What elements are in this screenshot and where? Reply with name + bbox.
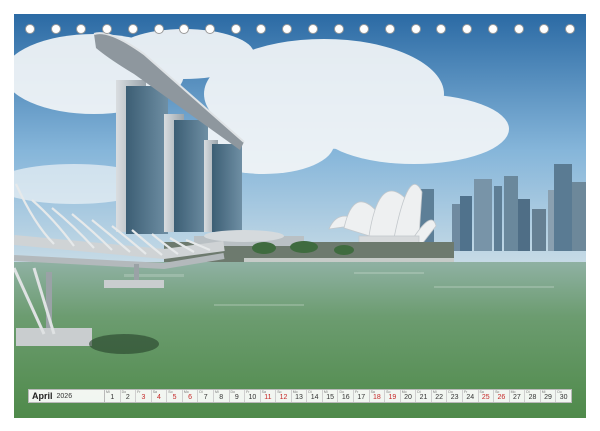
- binding-hole: [127, 24, 138, 34]
- day-number: 4: [157, 394, 161, 401]
- day-cell: Sa 25: [479, 390, 495, 402]
- day-cell: Do 23: [447, 390, 463, 402]
- binding-hole: [513, 24, 524, 34]
- day-cell: So 5: [167, 390, 183, 402]
- day-number: 12: [279, 394, 288, 401]
- day-number: 16: [341, 394, 350, 401]
- binding-hole: [462, 24, 473, 34]
- day-number: 13: [295, 394, 303, 401]
- binding-hole: [436, 24, 447, 34]
- day-number: 22: [435, 394, 443, 401]
- binding-hole: [307, 24, 318, 34]
- day-number: 2: [125, 394, 130, 401]
- year-label: 2026: [56, 392, 73, 400]
- day-number: 18: [372, 394, 381, 401]
- day-cell: Fr 3: [136, 390, 152, 402]
- day-cell: Do 2: [121, 390, 137, 402]
- day-cell: Do 30: [556, 390, 571, 402]
- day-number: 11: [264, 394, 272, 401]
- binding-hole: [25, 24, 35, 34]
- day-number: 27: [513, 394, 521, 401]
- binding-hole: [76, 24, 87, 34]
- day-cell: Sa 11: [261, 390, 277, 402]
- day-cell: Do 9: [230, 390, 246, 402]
- month-label-box: April 2026: [29, 390, 105, 402]
- binding-hole: [333, 24, 344, 34]
- day-number: 6: [188, 394, 193, 401]
- calendar-page: April 2026 Mi 1 Do 2 Fr 3 Sa 4 So 5 Mo 6 Di 7 Mi 8 Do 9 Fr…: [0, 0, 600, 431]
- day-cell: Mi 22: [432, 390, 448, 402]
- day-cell: Fr 24: [463, 390, 479, 402]
- binding-hole: [179, 24, 190, 34]
- day-cell: So 26: [494, 390, 510, 402]
- day-number: 19: [388, 394, 397, 401]
- day-cells: Mi 1 Do 2 Fr 3 Sa 4 So 5 Mo 6 Di 7 Mi 8 Do 9 Fr 10 Sa 11 So 12 M…: [105, 390, 571, 402]
- day-cell: Sa 4: [152, 390, 168, 402]
- binding-hole: [359, 24, 370, 34]
- binding-hole: [487, 24, 498, 34]
- binding-hole: [230, 24, 241, 34]
- day-cell: Mo 20: [401, 390, 417, 402]
- day-number: 29: [544, 394, 552, 401]
- day-cell: Di 7: [198, 390, 214, 402]
- day-cell: Do 16: [338, 390, 354, 402]
- day-number: 26: [497, 394, 506, 401]
- day-number: 28: [528, 394, 537, 401]
- day-number: 30: [559, 394, 568, 401]
- binding-hole: [410, 24, 421, 34]
- day-number: 21: [419, 394, 428, 401]
- day-number: 5: [172, 394, 177, 401]
- day-number: 1: [110, 394, 115, 401]
- day-number: 7: [203, 394, 208, 401]
- day-number: 9: [234, 394, 239, 401]
- day-number: 24: [466, 394, 475, 401]
- day-number: 14: [310, 394, 319, 401]
- day-cell: Mo 6: [183, 390, 199, 402]
- day-cell: So 19: [385, 390, 401, 402]
- day-number: 17: [357, 394, 366, 401]
- skyline-photo: [14, 14, 586, 418]
- binding-hole: [153, 24, 164, 34]
- binding-hole: [539, 24, 550, 34]
- day-cell: Mo 27: [510, 390, 526, 402]
- day-cell: Fr 17: [354, 390, 370, 402]
- day-cell: Mi 8: [214, 390, 230, 402]
- day-cell: Mi 15: [323, 390, 339, 402]
- calendar-strip: April 2026 Mi 1 Do 2 Fr 3 Sa 4 So 5 Mo 6 Di 7 Mi 8 Do 9 Fr…: [28, 389, 572, 403]
- day-cell: Fr 10: [245, 390, 261, 402]
- day-number: 15: [326, 394, 335, 401]
- binding-hole: [205, 24, 215, 34]
- binding-hole: [282, 24, 293, 34]
- day-cell: Mi 29: [541, 390, 557, 402]
- binding-hole: [102, 24, 113, 34]
- day-cell: Di 28: [525, 390, 541, 402]
- month-name: April: [32, 391, 53, 401]
- binding-hole: [565, 24, 575, 34]
- binding-hole: [50, 24, 61, 34]
- day-number: 10: [248, 394, 257, 401]
- day-number: 20: [404, 394, 412, 401]
- day-cell: Di 14: [307, 390, 323, 402]
- day-cell: Di 21: [416, 390, 432, 402]
- spiral-binding: [0, 24, 600, 38]
- day-number: 8: [219, 394, 224, 401]
- day-cell: Sa 18: [370, 390, 386, 402]
- day-cell: Mi 1: [105, 390, 121, 402]
- day-cell: Mo 13: [292, 390, 308, 402]
- day-cell: So 12: [276, 390, 292, 402]
- binding-hole: [256, 24, 267, 34]
- binding-hole: [385, 24, 395, 34]
- day-number: 23: [450, 394, 459, 401]
- day-number: 3: [141, 394, 146, 401]
- day-number: 25: [481, 394, 490, 401]
